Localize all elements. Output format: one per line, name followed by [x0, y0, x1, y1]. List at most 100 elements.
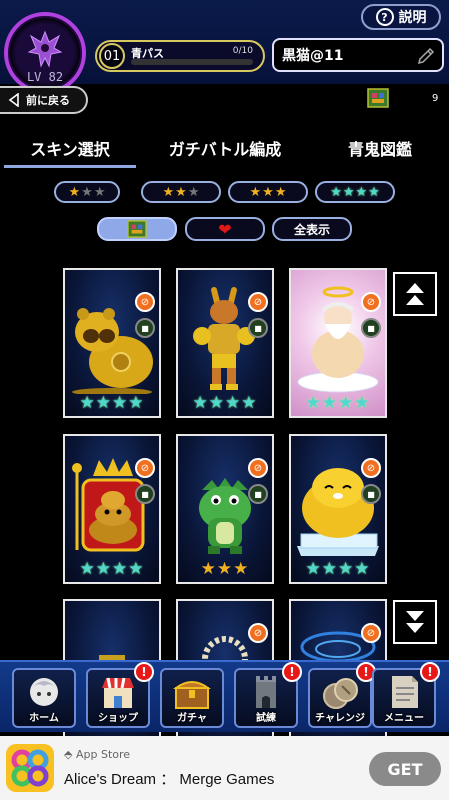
mini-skin-icon: ■: [361, 318, 381, 338]
nav-challenge[interactable]: チャレンジ !: [308, 662, 376, 728]
star-icon: ★: [175, 184, 187, 200]
help-button[interactable]: ? 説明: [361, 4, 441, 30]
nav-label: ホーム: [29, 713, 59, 724]
star-icon: ★: [187, 184, 200, 200]
mini-skin-icon: ■: [361, 484, 381, 504]
skin-card-golden-tanuki[interactable]: ⊘ ■ ★★★★: [63, 268, 161, 418]
skin-badge-icon: ⊘: [135, 292, 155, 312]
ad-banner[interactable]: ⬘ App Store Alice's Dream ： Merge Games …: [0, 736, 449, 800]
alert-badge: !: [282, 662, 302, 682]
tab-aooni-encyclopedia[interactable]: 青鬼図鑑: [320, 128, 440, 168]
player-name: 黒猫@11: [282, 48, 344, 64]
star-icon: ★: [330, 184, 342, 200]
skin-badge-icon: ⊘: [135, 458, 155, 478]
nav-label: メニュー: [384, 713, 424, 724]
tab-label: スキン選択: [30, 140, 110, 159]
card-stars: ★★★★: [79, 393, 145, 413]
triangle-left-icon: [8, 93, 19, 107]
app-logo-icon: [11, 749, 49, 787]
filter-3-star[interactable]: ★ ★ ★: [228, 181, 308, 203]
question-icon: ?: [375, 8, 394, 26]
mini-skin-icon: ■: [248, 318, 268, 338]
player-level: LV 82: [26, 70, 64, 84]
nav-trial[interactable]: 試練 !: [234, 662, 302, 728]
filter-favorite[interactable]: ❤: [185, 217, 265, 241]
card-stars: ★★★★: [305, 559, 371, 579]
filter-skin-type[interactable]: [97, 217, 177, 241]
back-button[interactable]: 前に戻る: [0, 86, 88, 114]
filter-2-star[interactable]: ★ ★ ★: [141, 181, 221, 203]
pass-progress[interactable]: 01 青パス 0/10: [95, 40, 265, 72]
star-icon: ★: [249, 184, 262, 200]
get-button[interactable]: GET: [369, 752, 441, 786]
pencil-icon[interactable]: [416, 46, 436, 66]
filter-1-star[interactable]: ★ ★ ★: [54, 181, 120, 203]
pass-number: 01: [99, 43, 125, 69]
app-store-icon: ⬘: [64, 748, 73, 761]
skin-card-angel-sage[interactable]: ⊘ ■ ★★★★: [289, 268, 387, 418]
star-icon: ★: [162, 184, 175, 200]
ad-title[interactable]: Alice's Dream ： Merge Games: [64, 768, 274, 789]
pass-count: 0/10: [232, 46, 253, 56]
player-avatar[interactable]: LV 82: [4, 12, 86, 94]
mini-skin-icon: ■: [135, 318, 155, 338]
filter-4-star[interactable]: ★ ★ ★ ★: [315, 181, 395, 203]
card-stars: ★★★★: [79, 559, 145, 579]
player-name-field[interactable]: 黒猫@11: [272, 38, 444, 72]
star-icon: ★: [355, 184, 368, 200]
star-icon: ★: [342, 184, 355, 200]
star-icon: ★: [81, 184, 93, 200]
skin-ticket-icon: [127, 220, 147, 238]
star-icon: ★: [68, 184, 81, 200]
show-all-label: 全表示: [293, 222, 330, 237]
bottom-nav: ホーム ショップ ! ガチャ 試練 ! チャレンジ ! メニュー !: [0, 660, 449, 732]
star-icon: ★: [262, 184, 274, 200]
skin-card-king-poop[interactable]: ⊘ ■ ★★★★: [63, 434, 161, 584]
ticket-count: 9: [432, 93, 439, 104]
skin-badge-icon: ⊘: [248, 292, 268, 312]
skin-card-golden-kangaroo[interactable]: ⊘ ■ ★★★★: [176, 268, 274, 418]
home-icon: [30, 678, 58, 706]
skin-card-green-crocodile[interactable]: ⊘ ■ ★★★: [176, 434, 274, 584]
nav-gacha[interactable]: ガチャ: [160, 668, 224, 728]
nav-label: ショップ: [98, 713, 138, 724]
double-down-arrow-icon: [406, 611, 424, 633]
nav-label: チャレンジ: [315, 713, 365, 724]
star-icon: ★: [93, 184, 106, 200]
double-up-arrow-icon: [406, 283, 424, 305]
star-icon: ★: [274, 184, 287, 200]
nav-menu[interactable]: メニュー !: [372, 662, 440, 728]
skin-badge-icon: ⊘: [361, 623, 381, 643]
tab-bar: スキン選択 ガチバトル編成 青鬼図鑑: [0, 128, 449, 172]
app-icon[interactable]: [6, 744, 54, 792]
tower-icon: [256, 676, 276, 708]
nav-label: ガチャ: [177, 713, 207, 724]
nav-home[interactable]: ホーム: [12, 668, 76, 728]
pass-progress-bar: [131, 59, 253, 65]
tab-label: ガチバトル編成: [168, 140, 282, 159]
nav-shop[interactable]: ショップ !: [86, 662, 154, 728]
star-icon: ★: [368, 184, 380, 200]
skin-badge-icon: ⊘: [248, 458, 268, 478]
skin-card-yellow-seal[interactable]: ⊘ ■ ★★★★: [289, 434, 387, 584]
tab-skin-select[interactable]: スキン選択: [4, 128, 136, 168]
scroll-down-button[interactable]: [393, 600, 437, 644]
skin-badge-icon: ⊘: [361, 458, 381, 478]
scroll-to-top-button[interactable]: [393, 272, 437, 316]
heart-icon: ❤: [218, 219, 232, 239]
alert-badge: !: [134, 662, 154, 682]
skin-ticket-icon: [367, 88, 389, 108]
card-stars: ★★★★: [192, 393, 258, 413]
demon-emblem-icon: [27, 30, 63, 68]
card-stars: ★★★★: [305, 393, 371, 413]
tab-gachi-battle[interactable]: ガチバトル編成: [150, 128, 300, 168]
filter-show-all[interactable]: 全表示: [272, 217, 352, 241]
mini-skin-icon: ■: [135, 484, 155, 504]
help-label: 説明: [398, 10, 427, 26]
menu-paper-icon: [392, 676, 418, 708]
coins-icon: [323, 678, 358, 709]
nav-label: 試練: [256, 713, 276, 724]
top-header: LV 82 ? 説明 01 青パス 0/10 黒猫@11: [0, 0, 449, 94]
back-label: 前に戻る: [26, 94, 70, 107]
gacha-chest-icon: [172, 681, 212, 709]
